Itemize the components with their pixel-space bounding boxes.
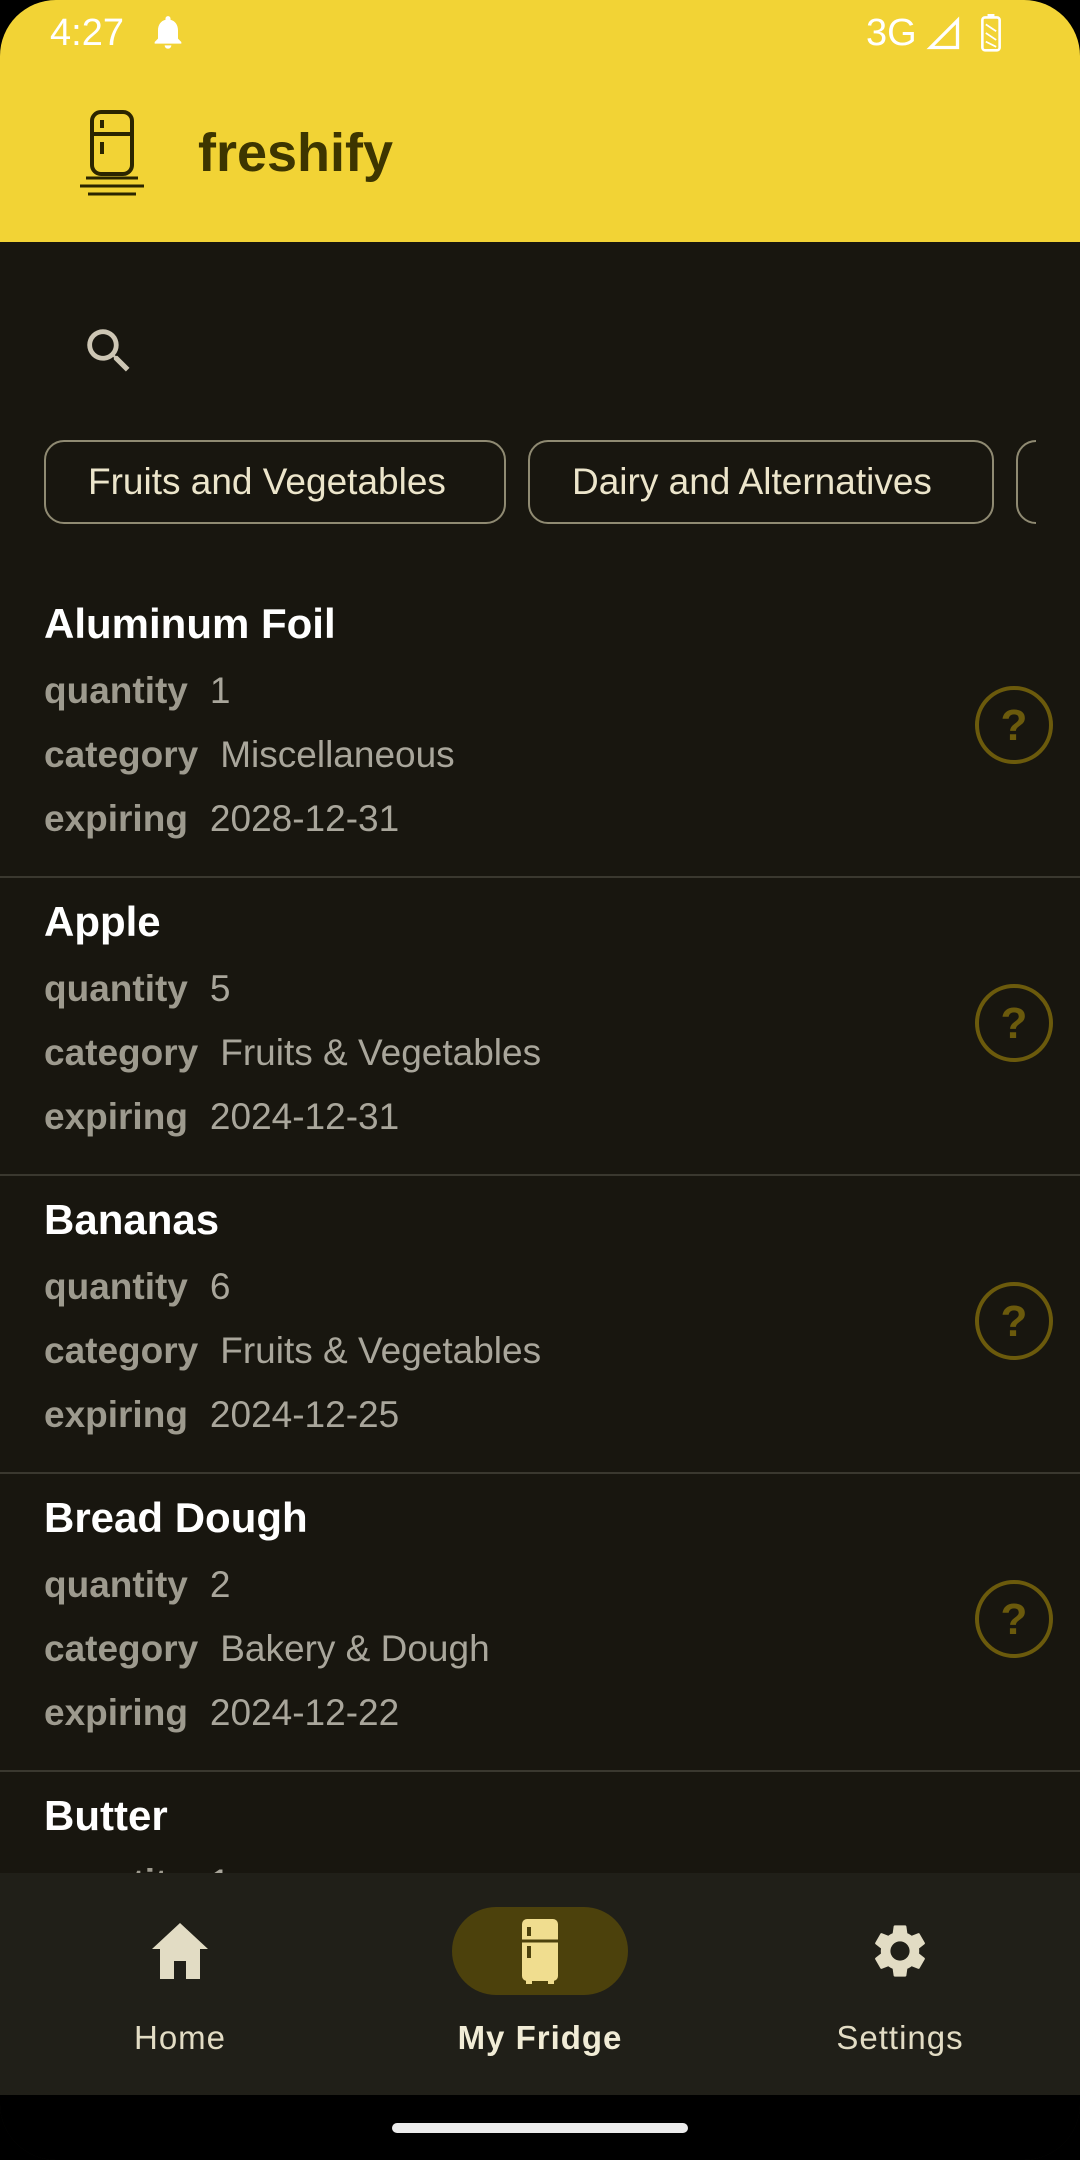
network-type: 3G	[866, 12, 917, 54]
chip-dairy-and-alternatives[interactable]: Dairy and Alternatives	[528, 440, 994, 524]
notification-icon	[154, 16, 182, 49]
nav-label: Home	[133, 2019, 227, 2056]
item-name: Bananas	[44, 1196, 220, 1243]
item-category: category Miscellaneous	[44, 734, 455, 775]
nav-label: Settings	[836, 2019, 964, 2056]
chip-more[interactable]	[1016, 440, 1036, 524]
item-quantity: quantity 2	[44, 1564, 231, 1605]
item-expiring: expiring 2028-12-31	[44, 798, 400, 839]
help-icon[interactable]: ?	[975, 1282, 1053, 1360]
home-indicator[interactable]	[392, 2123, 688, 2133]
item-name: Butter	[44, 1792, 168, 1839]
list-item[interactable]: Butter quantity1 ?	[0, 1772, 1080, 1873]
gear-icon	[875, 1925, 925, 1977]
fridge-item-list: Aluminum Foil quantity 1 category Miscella…	[0, 580, 1080, 1873]
item-quantity: quantity1	[44, 1862, 230, 1873]
item-quantity: quantity 6	[44, 1266, 231, 1307]
chip-fruits-and-vegetables[interactable]: Fruits and Vegetables	[44, 440, 506, 524]
list-item[interactable]: Apple quantity 5 category Fruits & Vegetab…	[0, 878, 1080, 1176]
list-item[interactable]: Bananas quantity 6 category Fruits & Veget…	[0, 1176, 1080, 1474]
list-item[interactable]: Aluminum Foil quantity 1 category Miscella…	[0, 580, 1080, 878]
app-bar: freshify	[0, 66, 1080, 242]
help-icon[interactable]: ?	[975, 1580, 1053, 1658]
item-quantity: quantity1	[44, 670, 231, 711]
app-title: freshify	[198, 123, 394, 183]
item-name: Apple	[44, 898, 161, 945]
category-filter-chips: Fruits and Vegetables Dairy and Alternat…	[44, 440, 1036, 528]
item-name: Bread Dough	[44, 1494, 308, 1541]
list-item[interactable]: Bread Dough quantity 2 category Bakery & D…	[0, 1474, 1080, 1772]
status-bar: 4:27 3G	[0, 0, 1080, 66]
status-time: 4:27	[50, 12, 124, 54]
nav-home[interactable]: Home	[0, 1873, 360, 2095]
fridge-icon	[522, 1919, 558, 1984]
home-icon	[152, 1923, 208, 1979]
search-icon[interactable]	[80, 322, 138, 380]
gesture-bar	[0, 2095, 1080, 2160]
item-expiring: expiring 2024-12-22	[44, 1692, 400, 1733]
item-category: category Fruits & Vegetables	[44, 1032, 542, 1073]
fridge-logo-icon	[80, 110, 144, 196]
nav-settings[interactable]: Settings	[720, 1873, 1080, 2095]
bottom-navigation: Home My Fridge Settings	[0, 1873, 1080, 2095]
item-category: category Bakery & Dough	[44, 1628, 490, 1669]
screen: 4:27 3G freshify Fruits and Vegetables D…	[0, 0, 1080, 2160]
help-icon[interactable]: ?	[975, 686, 1053, 764]
nav-my-fridge[interactable]: My Fridge	[360, 1873, 720, 2095]
item-expiring: expiring 2024-12-31	[44, 1096, 400, 1137]
item-expiring: expiring 2024-12-25	[44, 1394, 400, 1435]
item-quantity: quantity 5	[44, 968, 231, 1009]
signal-icon	[926, 16, 960, 50]
item-name: Aluminum Foil	[44, 600, 336, 647]
help-icon[interactable]: ?	[975, 984, 1053, 1062]
item-category: category Fruits & Vegetables	[44, 1330, 542, 1371]
battery-icon	[981, 14, 1001, 52]
nav-label: My Fridge	[457, 2019, 623, 2056]
